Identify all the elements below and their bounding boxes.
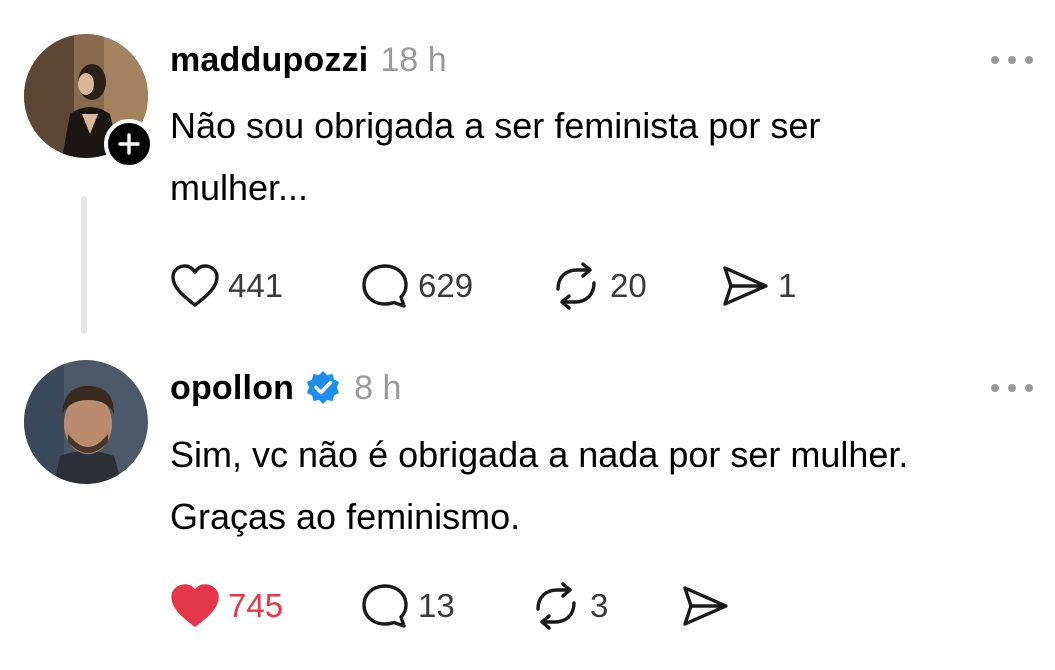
- avatar[interactable]: [24, 360, 148, 484]
- share-count: 1: [778, 267, 797, 304]
- more-options-button[interactable]: [991, 52, 1033, 68]
- repost-count: 20: [610, 267, 647, 304]
- repost-icon: [536, 582, 576, 630]
- username[interactable]: maddupozzi: [170, 41, 368, 80]
- heart-icon: [171, 264, 219, 307]
- comment-icon: [362, 264, 408, 308]
- repost-count: 3: [590, 587, 609, 624]
- verified-badge-icon: [307, 371, 340, 404]
- follow-button[interactable]: [104, 119, 154, 169]
- heart-filled-icon: [171, 584, 219, 627]
- more-options-button[interactable]: [991, 380, 1033, 396]
- post-text-line: Não sou obrigada a ser feminista por ser: [170, 105, 821, 146]
- dot-icon: [991, 384, 999, 392]
- send-icon: [683, 586, 728, 626]
- post-text-line: Sim, vc não é obrigada a nada por ser mu…: [170, 434, 909, 475]
- repost-icon: [556, 262, 596, 310]
- reply-count: 629: [418, 267, 474, 304]
- action-bar: 441 629 20 1: [170, 262, 796, 310]
- timestamp: 18 h: [380, 40, 447, 79]
- post-text: Não sou obrigada a ser feminista por ser…: [170, 95, 820, 219]
- reply-button[interactable]: 13: [360, 582, 530, 630]
- dot-icon: [1008, 384, 1016, 392]
- dot-icon: [1025, 384, 1033, 392]
- share-button[interactable]: 1: [720, 264, 796, 308]
- post-text-line: mulher...: [170, 167, 309, 208]
- post-header: maddupozzi 18 h: [170, 38, 447, 82]
- like-count: 441: [228, 267, 284, 304]
- reply-button[interactable]: 629: [360, 262, 550, 310]
- send-icon: [723, 266, 768, 306]
- post-text-line: Graças ao feminismo.: [170, 496, 521, 537]
- repost-button[interactable]: 3: [530, 582, 680, 630]
- dot-icon: [1025, 56, 1033, 64]
- plus-icon: [118, 133, 140, 155]
- like-count: 745: [228, 587, 284, 624]
- username[interactable]: opollon: [170, 369, 294, 408]
- comment-icon: [362, 584, 408, 628]
- post-text: Sim, vc não é obrigada a nada por ser mu…: [170, 424, 908, 548]
- share-button[interactable]: [680, 584, 738, 628]
- thread-line: [81, 196, 87, 334]
- dot-icon: [1008, 56, 1016, 64]
- like-button[interactable]: 745: [170, 583, 360, 629]
- reply-count: 13: [418, 587, 455, 624]
- post-header: opollon 8 h: [170, 366, 401, 410]
- dot-icon: [991, 56, 999, 64]
- action-bar: 745 13 3: [170, 582, 738, 630]
- repost-button[interactable]: 20: [550, 262, 720, 310]
- timestamp: 8 h: [354, 368, 402, 407]
- like-button[interactable]: 441: [170, 263, 360, 309]
